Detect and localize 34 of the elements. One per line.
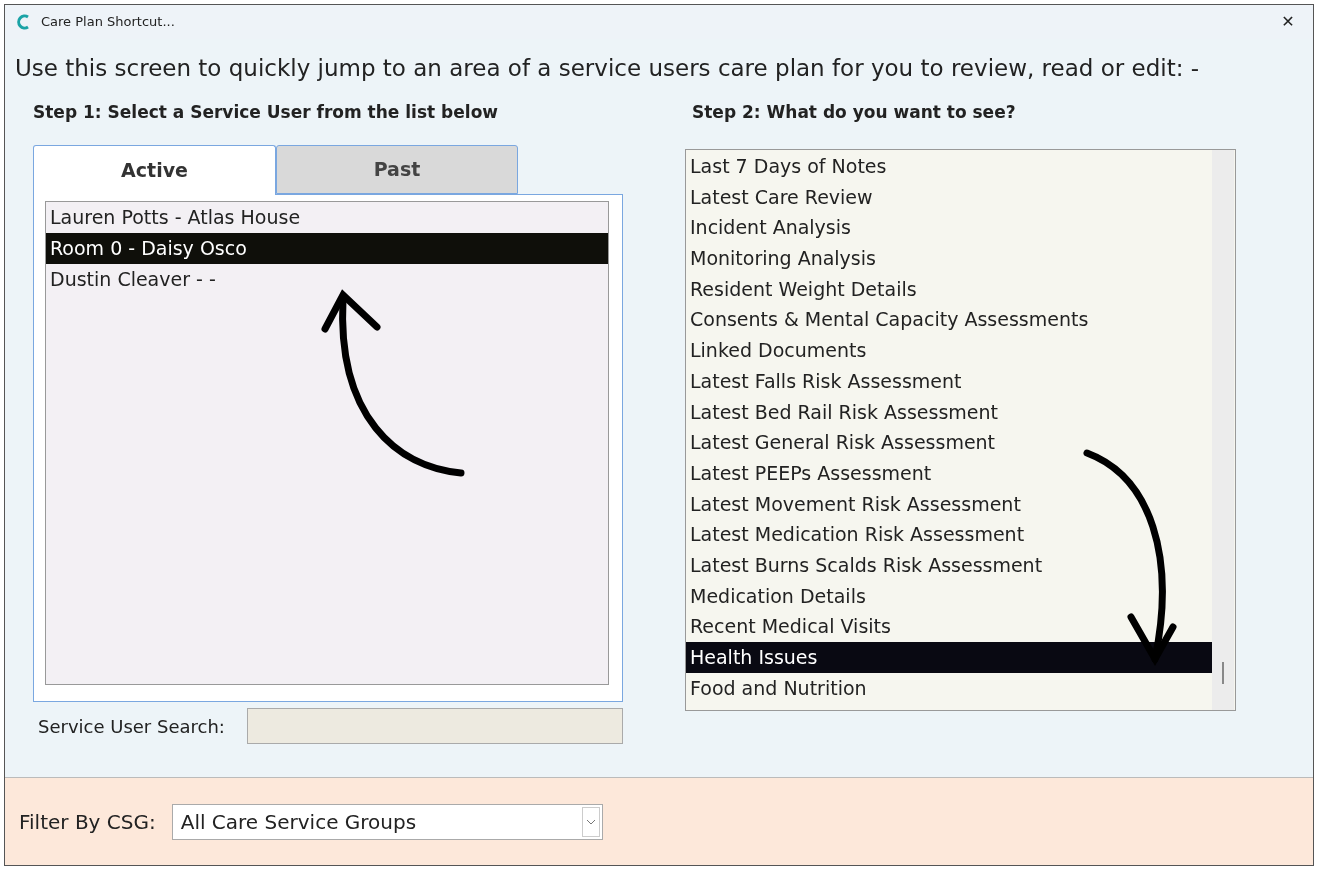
- care-plan-option[interactable]: Latest Care Review: [686, 181, 1212, 213]
- care-plan-option[interactable]: Latest Medication Risk Assessment: [686, 519, 1212, 550]
- care-plan-option[interactable]: Consents & Mental Capacity Assessments: [686, 304, 1212, 336]
- care-plan-option[interactable]: Latest Movement Risk Assessment: [686, 488, 1212, 520]
- tab[interactable]: Active: [33, 145, 276, 195]
- care-plan-option[interactable]: Latest PEEPs Assessment: [686, 457, 1212, 489]
- care-plan-option[interactable]: Linked Documents: [686, 335, 1212, 366]
- care-plan-option[interactable]: Incident Analysis: [686, 212, 1212, 244]
- care-plan-option[interactable]: Last 7 Days of Notes: [686, 151, 1212, 182]
- chevron-down-icon: [581, 806, 600, 837]
- window-title: Care Plan Shortcut...: [41, 13, 175, 32]
- tab[interactable]: Past: [276, 145, 518, 194]
- search-label: Service User Search:: [38, 714, 226, 739]
- care-plan-option[interactable]: Health Issues: [686, 642, 1212, 673]
- care-plan-option[interactable]: Monitoring Analysis: [686, 243, 1212, 274]
- service-user-item[interactable]: Lauren Potts - Atlas House: [46, 202, 608, 233]
- care-plan-option[interactable]: Latest Falls Risk Assessment: [686, 365, 1212, 397]
- care-plan-option[interactable]: Medication Details: [686, 580, 1212, 612]
- close-button[interactable]: ✕: [1273, 8, 1303, 36]
- care-plan-option[interactable]: Resident Weight Details: [686, 273, 1212, 305]
- care-plan-option[interactable]: Latest Bed Rail Risk Assessment: [686, 396, 1212, 428]
- service-user-item[interactable]: Dustin Cleaver - -: [46, 264, 608, 295]
- scrollbar[interactable]: [1212, 150, 1234, 710]
- care-plan-option[interactable]: Food and Nutrition: [686, 672, 1212, 704]
- care-plan-option[interactable]: Recent Medical Visits: [686, 611, 1212, 642]
- service-user-item[interactable]: Room 0 - Daisy Osco: [46, 233, 608, 264]
- step-2-heading: Step 2: What do you want to see?: [692, 100, 1017, 124]
- service-user-search-field[interactable]: [247, 708, 623, 744]
- care-plan-option[interactable]: Latest General Risk Assessment: [686, 427, 1212, 458]
- care-plan-option[interactable]: Latest Burns Scalds Risk Assessment: [686, 549, 1212, 581]
- csg-dropdown[interactable]: All Care Service Groups: [171, 803, 603, 840]
- filter-label: Filter By CSG:: [19, 808, 156, 836]
- instructions-text: Use this screen to quickly jump to an area of a service users care plan for you to review, read or edit: -: [15, 54, 1201, 83]
- step-1-heading: Step 1: Select a Service User from the list below: [33, 100, 500, 124]
